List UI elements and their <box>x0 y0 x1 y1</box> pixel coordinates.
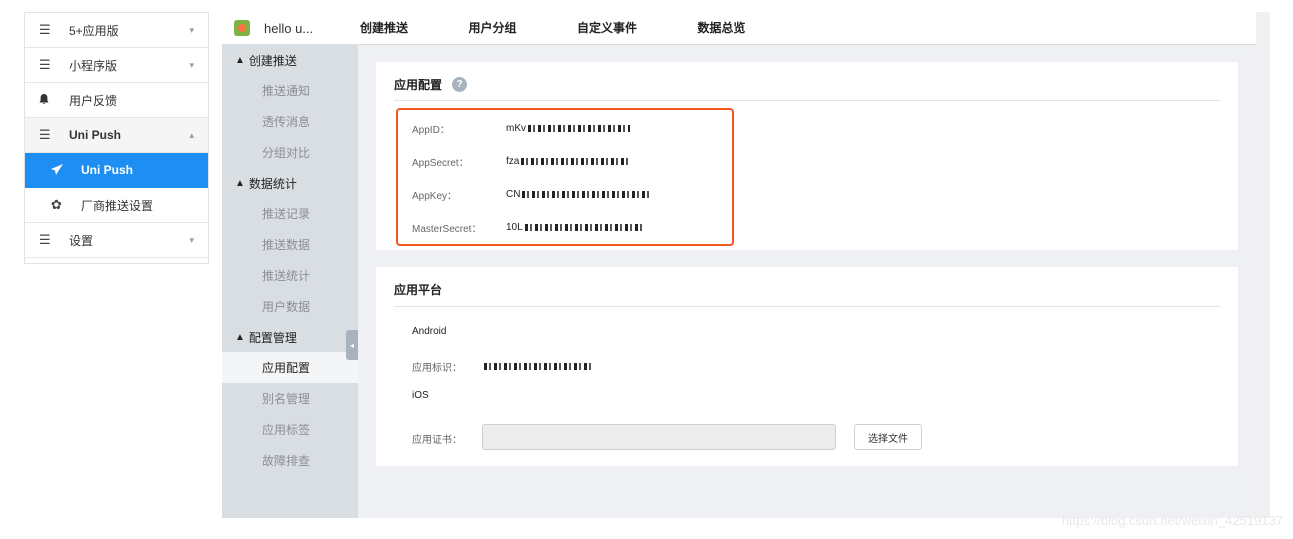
menu-group-statistics[interactable]: ▲ 数据统计 <box>222 168 358 198</box>
menu-item-user-data[interactable]: 用户数据 <box>222 291 358 322</box>
app-name[interactable]: hello u... <box>264 21 360 36</box>
divider <box>394 100 1221 101</box>
sidebar-item-unipush[interactable]: Uni Push <box>25 153 208 188</box>
sidebar-item-5plus[interactable]: ☰ 5+应用版 ▾ <box>25 13 208 48</box>
menu-icon: ☰ <box>39 22 51 37</box>
secondary-menu: ▲ 创建推送 推送通知 透传消息 分组对比 ▲ 数据统计 推送记录 推送数据 推… <box>222 45 358 518</box>
triangle-up-icon: ▲ <box>235 331 245 343</box>
sidebar-item-unipush-group[interactable]: ☰ Uni Push ▴ <box>25 118 208 153</box>
choose-file-button[interactable]: 选择文件 <box>854 424 922 450</box>
field-label: 应用标识： <box>412 363 462 374</box>
send-icon <box>51 163 69 178</box>
menu-item-push-data[interactable]: 推送数据 <box>222 229 358 260</box>
field-value: mKv <box>506 123 630 134</box>
chevron-down-icon: ▾ <box>189 59 194 70</box>
menu-icon: ☰ <box>39 57 51 72</box>
triangle-up-icon: ▲ <box>235 177 245 189</box>
menu-item-alias[interactable]: 别名管理 <box>222 383 358 414</box>
triangle-up-icon: ▲ <box>235 54 245 66</box>
redacted-value <box>528 125 630 132</box>
sidebar-item-label: 设置 <box>69 233 94 248</box>
redacted-value <box>521 158 630 165</box>
top-nav: hello u... 创建推送 用户分组 自定义事件 数据总览 <box>222 12 1256 45</box>
watermark: https://blog.csdn.net/weixin_42519137 <box>1061 513 1283 528</box>
bell-icon <box>39 93 57 108</box>
sidebar-item-label: 小程序版 <box>69 58 118 73</box>
menu-item-passthrough[interactable]: 透传消息 <box>222 106 358 137</box>
appsecret-row: AppSecret： fza <box>412 154 630 169</box>
left-sidebar: ☰ 5+应用版 ▾ ☰ 小程序版 ▾ 用户反馈 ☰ Uni Push ▴ Uni… <box>24 12 209 264</box>
menu-item-push-records[interactable]: 推送记录 <box>222 198 358 229</box>
appkey-row: AppKey： CN <box>412 187 651 202</box>
menu-item-push-notice[interactable]: 推送通知 <box>222 75 358 106</box>
ios-label: iOS <box>412 390 429 401</box>
tab-custom-events[interactable]: 自定义事件 <box>577 21 637 35</box>
top-tabs: 创建推送 用户分组 自定义事件 数据总览 <box>360 19 801 37</box>
menu-item-push-stats[interactable]: 推送统计 <box>222 260 358 291</box>
cert-file-field[interactable] <box>482 424 836 450</box>
field-label: AppSecret： <box>412 158 469 169</box>
android-label: Android <box>412 326 447 337</box>
divider <box>394 306 1221 307</box>
redacted-value <box>524 224 643 231</box>
page-edge <box>1256 12 1270 518</box>
menu-item-app-tags[interactable]: 应用标签 <box>222 414 358 445</box>
collapse-menu-button[interactable]: ◂ <box>346 330 358 360</box>
menu-icon: ☰ <box>39 127 51 142</box>
gear-icon: ✿ <box>51 197 62 212</box>
menu-icon: ☰ <box>39 232 51 247</box>
sidebar-item-feedback[interactable]: 用户反馈 <box>25 83 208 118</box>
card-title: 应用平台 <box>394 283 443 297</box>
field-label: AppKey： <box>412 191 458 202</box>
sidebar-item-label: 5+应用版 <box>69 23 119 38</box>
chevron-down-icon: ▾ <box>189 24 194 35</box>
sidebar-item-label: 厂商推送设置 <box>81 198 154 213</box>
menu-item-app-config[interactable]: 应用配置 <box>222 352 358 383</box>
help-icon[interactable]: ? <box>452 77 468 92</box>
main-content: 应用配置 ? AppID： mKv AppSecret： fza AppKey：… <box>358 45 1256 518</box>
tab-user-groups[interactable]: 用户分组 <box>468 21 516 35</box>
field-value: fza <box>506 156 630 167</box>
menu-group-config[interactable]: ▲ 配置管理 <box>222 322 358 352</box>
appid-row: AppID： mKv <box>412 121 630 136</box>
sidebar-item-vendor-push[interactable]: ✿ 厂商推送设置 <box>25 188 208 223</box>
chevron-up-icon: ▴ <box>189 129 194 140</box>
sidebar-item-label: Uni Push <box>69 128 122 142</box>
sidebar-item-label: 用户反馈 <box>69 93 118 108</box>
sidebar-item-settings[interactable]: ☰ 设置 ▾ <box>25 223 208 258</box>
package-row: 应用标识： <box>412 359 592 374</box>
sidebar-item-label: Uni Push <box>81 163 134 177</box>
app-config-card: 应用配置 ? AppID： mKv AppSecret： fza AppKey：… <box>376 62 1238 250</box>
field-value: 10L <box>506 222 643 233</box>
menu-item-group-compare[interactable]: 分组对比 <box>222 137 358 168</box>
app-platform-card: 应用平台 Android 应用标识： iOS 应用证书： 选择文件 <box>376 267 1238 466</box>
tab-create-push[interactable]: 创建推送 <box>360 21 408 35</box>
field-value: CN <box>506 189 651 200</box>
card-title: 应用配置 ? <box>394 76 468 93</box>
field-label: MasterSecret： <box>412 224 482 235</box>
mastersecret-row: MasterSecret： 10L <box>412 220 643 235</box>
sidebar-item-miniprogram[interactable]: ☰ 小程序版 ▾ <box>25 48 208 83</box>
menu-group-title: 配置管理 <box>248 330 297 345</box>
menu-group-create-push[interactable]: ▲ 创建推送 <box>222 45 358 75</box>
field-label: AppID： <box>412 125 450 136</box>
menu-group-title: 数据统计 <box>248 176 297 191</box>
app-logo-icon <box>234 20 250 36</box>
redacted-value <box>484 363 592 370</box>
menu-group-title: 创建推送 <box>248 53 297 68</box>
chevron-down-icon: ▾ <box>189 234 194 245</box>
tab-data-overview[interactable]: 数据总览 <box>697 21 745 35</box>
redacted-value <box>522 191 651 198</box>
menu-item-troubleshoot[interactable]: 故障排查 <box>222 445 358 476</box>
